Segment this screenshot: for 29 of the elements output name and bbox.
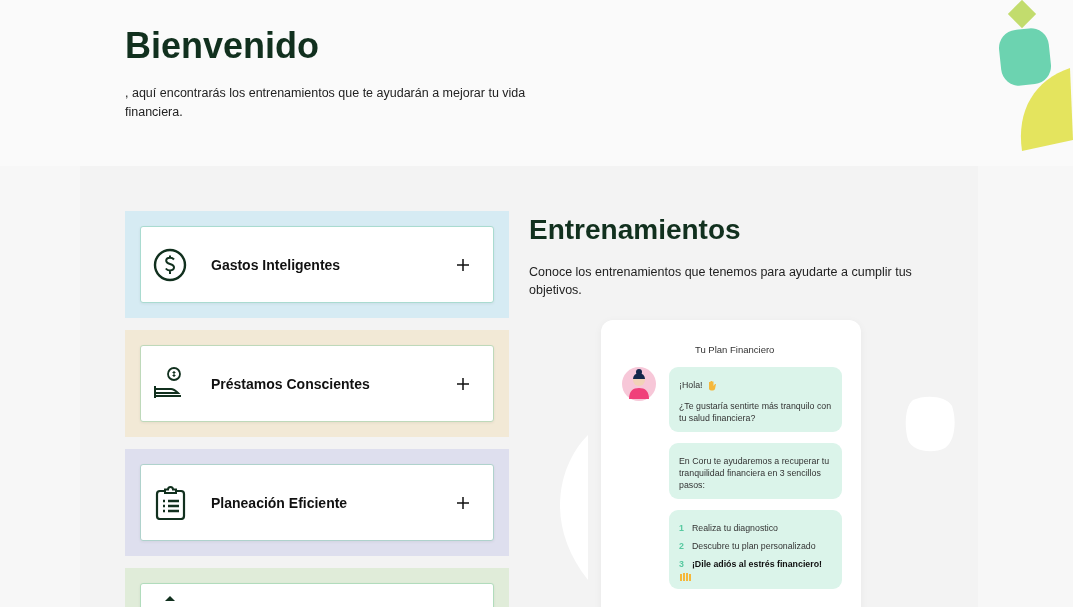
section-title: Entrenamientos <box>529 213 742 247</box>
step-text: Descubre tu plan personalizado <box>691 540 816 552</box>
training-title: Préstamos Conscientes <box>211 375 371 392</box>
arrow-tip-icon <box>165 596 175 601</box>
training-card[interactable]: Gastos Inteligentes <box>140 226 494 303</box>
chat-title: Tu Plan Financiero <box>694 343 776 355</box>
plus-icon <box>457 377 469 390</box>
step-number: 3 <box>679 558 684 570</box>
question-text: ¿Te gustaría sentirte más tranquilo con tu salud financiera? <box>679 400 833 424</box>
step-text: Realiza tu diagnostico <box>691 522 778 534</box>
dollar-coin-icon <box>153 247 187 282</box>
training-title: Planeación Eficiente <box>211 494 349 511</box>
plus-icon <box>457 258 469 271</box>
greeting-text: ¡Hola! <box>679 379 703 391</box>
page-title: Bienvenido <box>125 24 321 68</box>
training-card[interactable]: Préstamos Conscientes <box>140 345 494 422</box>
raised-hands-icon <box>679 572 691 581</box>
plus-icon <box>457 496 469 509</box>
avatar-icon <box>622 367 656 401</box>
step-text: ¡Dile adiós al estrés financiero! <box>691 558 822 570</box>
clipboard-list-icon <box>153 485 187 520</box>
training-card[interactable]: Planeación Eficiente <box>140 464 494 541</box>
training-title: Gastos Inteligentes <box>211 256 342 273</box>
hand-icon <box>707 379 718 391</box>
step-number: 2 <box>679 540 684 552</box>
step-number: 1 <box>679 522 684 534</box>
welcome-text: , aquí encontrarás los entrenamientos que te ayudarán a mejorar tu vida financiera. <box>125 85 527 121</box>
message-text: En Coru te ayudaremos a recuperar tu tranquilidad financiera en 3 sencillos pasos: <box>679 455 831 491</box>
section-description: Conoce los entrenamientos que tenemos para ayudarte a cumplir tus objetivos. <box>529 264 913 299</box>
